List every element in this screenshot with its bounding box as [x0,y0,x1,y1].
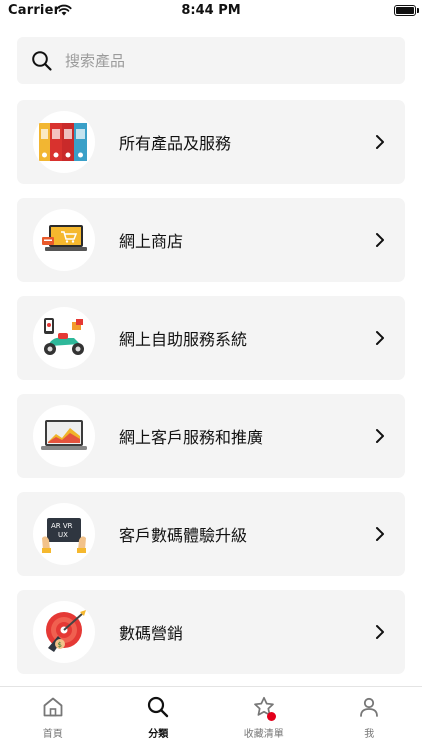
search-input[interactable] [63,51,367,71]
category-label: 網上客戶服務和推廣 [119,424,375,448]
chevron-right-icon [375,232,385,248]
category-label: 客戶數碼體驗升級 [119,522,375,546]
tab-home[interactable]: 首頁 [0,687,106,751]
status-bar: Carrier 8:44 PM [0,0,422,24]
category-label: 所有產品及服務 [119,130,375,154]
scooter-icon [33,307,95,369]
battery-icon [394,5,416,16]
category-list: 所有產品及服務 網上商店 [17,100,405,688]
category-card-all-products[interactable]: 所有產品及服務 [17,100,405,184]
category-card-customer-service[interactable]: 網上客戶服務和推廣 [17,394,405,478]
category-label: 數碼營銷 [119,620,375,644]
svg-text:$: $ [58,641,62,649]
notification-badge [267,712,276,721]
clock: 8:44 PM [0,3,422,18]
category-card-digital-marketing[interactable]: $ 數碼營銷 [17,590,405,674]
search-icon [31,50,53,72]
battery-nub [417,8,419,13]
laptop-chart-icon [33,405,95,467]
search-icon [146,695,170,719]
target-icon: $ [33,601,95,663]
tab-label: 首頁 [43,725,63,740]
svg-text:AR VR: AR VR [51,522,73,530]
tab-label: 分類 [148,725,168,740]
tab-categories[interactable]: 分類 [106,687,212,751]
category-card-digital-experience[interactable]: AR VR UX 客戶數碼體驗升級 [17,492,405,576]
category-label: 網上商店 [119,228,375,252]
tab-label: 我 [364,725,374,740]
tab-label: 收藏清單 [244,725,284,740]
category-label: 網上自助服務系統 [119,326,375,350]
binders-icon [33,111,95,173]
tab-profile[interactable]: 我 [317,687,422,751]
laptop-cart-icon [33,209,95,271]
chevron-right-icon [375,330,385,346]
chevron-right-icon [375,526,385,542]
chevron-right-icon [375,428,385,444]
home-icon [41,695,65,719]
chevron-right-icon [375,134,385,150]
svg-text:UX: UX [58,531,68,539]
chevron-right-icon [375,624,385,640]
tab-favorites[interactable]: 收藏清單 [211,687,317,751]
search-bar[interactable] [17,37,405,84]
ar-vr-ux-icon: AR VR UX [33,503,95,565]
category-card-self-service[interactable]: 網上自助服務系統 [17,296,405,380]
person-icon [357,695,381,719]
category-card-online-store[interactable]: 網上商店 [17,198,405,282]
tab-bar: 首頁 分類 收藏清單 我 [0,686,422,751]
